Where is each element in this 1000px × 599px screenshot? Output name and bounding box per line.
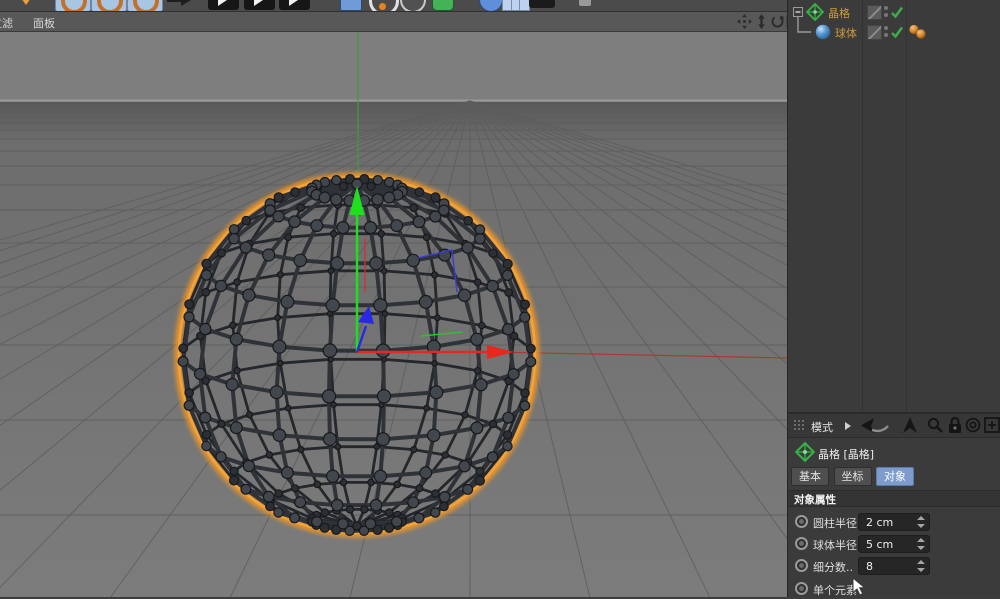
- arrow-cursor-icon[interactable]: [902, 417, 918, 434]
- object-row-sphere[interactable]: 球体: [788, 22, 1000, 42]
- selected-object-title: 晶格 [晶格]: [818, 446, 874, 462]
- prop-value[interactable]: 5 cm: [866, 538, 893, 551]
- attribute-tabs: 基本 坐标 对象: [791, 467, 915, 486]
- add-camera-icon[interactable]: [529, 0, 555, 8]
- prop-value[interactable]: 2 cm: [866, 516, 893, 529]
- lock-icon[interactable]: [948, 417, 962, 434]
- section-object-properties: 对象属性: [788, 490, 1000, 507]
- add-generator-icon[interactable]: [400, 0, 426, 12]
- scale-tool-icon[interactable]: [91, 0, 127, 12]
- search-icon[interactable]: [927, 417, 943, 433]
- toggle-view-icon[interactable]: [771, 14, 786, 29]
- keyframe-circle-icon[interactable]: [795, 515, 808, 528]
- grip-handle[interactable]: [793, 419, 806, 432]
- render-view-icon[interactable]: [208, 0, 239, 10]
- mode-menu[interactable]: 模式: [811, 419, 833, 435]
- object-row-lattice[interactable]: 晶格: [788, 2, 1000, 22]
- cylinder-radius-input[interactable]: 2 cm: [858, 513, 930, 531]
- pan-view-icon[interactable]: [737, 14, 752, 29]
- menu-panel[interactable]: 面板: [33, 15, 55, 31]
- add-spline-icon[interactable]: [369, 0, 399, 12]
- tree-branch: [797, 16, 817, 38]
- sphere-radius-input[interactable]: 5 cm: [858, 535, 930, 553]
- phong-tag-icon[interactable]: [908, 24, 932, 40]
- layer-toggle[interactable]: [867, 5, 882, 20]
- keyframe-circle-icon[interactable]: [795, 582, 808, 595]
- new-panel-icon[interactable]: [984, 417, 1000, 433]
- move-tool-icon[interactable]: [55, 0, 91, 12]
- attribute-mode-bar: 模式: [788, 414, 1000, 438]
- prop-label: 球体半径: [813, 537, 857, 553]
- layer-toggle[interactable]: [867, 25, 882, 40]
- tab-object[interactable]: 对象: [876, 467, 914, 486]
- subdivisions-input[interactable]: 8: [858, 557, 930, 575]
- sphere-icon: [815, 24, 831, 40]
- add-environment-icon[interactable]: [479, 0, 503, 12]
- add-light-icon[interactable]: [579, 0, 591, 6]
- section-title: 对象属性: [794, 492, 836, 507]
- menu-filter[interactable]: 过滤: [0, 15, 13, 31]
- prop-label: 圆柱半径: [813, 515, 857, 531]
- atom-array-icon: [795, 442, 815, 462]
- prop-row-subdivisions: 细分数.. 8: [788, 556, 1000, 576]
- viewport-menubar: 过滤 面板: [0, 12, 787, 32]
- object-name[interactable]: 晶格: [828, 5, 850, 21]
- add-floor-icon[interactable]: [502, 0, 530, 11]
- visibility-dots[interactable]: [884, 26, 888, 38]
- prop-row-single-elements: 单个元素: [788, 579, 1000, 599]
- stepper-arrows-icon[interactable]: [916, 560, 925, 572]
- add-deformer-icon[interactable]: [432, 0, 454, 11]
- visibility-dots[interactable]: [884, 6, 888, 18]
- attribute-object-header: 晶格 [晶格]: [788, 440, 1000, 464]
- zoom-view-icon[interactable]: [754, 14, 769, 29]
- prop-row-sphere-radius: 球体半径 5 cm: [788, 534, 1000, 554]
- tab-coordinates[interactable]: 坐标: [834, 467, 872, 486]
- prop-label: 单个元素: [813, 582, 857, 598]
- main-toolbar: [0, 0, 787, 12]
- tab-basic[interactable]: 基本: [791, 467, 829, 486]
- keyframe-circle-icon[interactable]: [795, 537, 808, 550]
- keyframe-circle-icon[interactable]: [795, 559, 808, 572]
- object-manager: 晶格 球体: [788, 0, 1000, 412]
- object-name[interactable]: 球体: [835, 25, 857, 41]
- coord-system-icon[interactable]: [167, 0, 193, 8]
- render-active-icon[interactable]: [244, 0, 275, 10]
- prop-value[interactable]: 8: [866, 560, 873, 573]
- splines-tool-icon[interactable]: [16, 0, 36, 5]
- prop-row-cylinder-radius: 圆柱半径 2 cm: [788, 512, 1000, 532]
- stepper-arrows-icon[interactable]: [916, 538, 925, 550]
- target-icon[interactable]: [965, 417, 981, 433]
- enabled-check-icon[interactable]: [890, 5, 904, 19]
- back-arrow-icon[interactable]: [860, 417, 890, 434]
- rotate-tool-icon[interactable]: [127, 0, 163, 12]
- add-cube-icon[interactable]: [340, 0, 362, 11]
- right-panel: 晶格 球体: [787, 0, 1000, 597]
- mouse-cursor: [852, 577, 869, 596]
- prop-label: 细分数..: [813, 559, 853, 575]
- render-settings-icon[interactable]: [279, 0, 310, 10]
- stepper-arrows-icon[interactable]: [916, 516, 925, 528]
- mode-expand-icon[interactable]: [844, 422, 852, 430]
- enabled-check-icon[interactable]: [890, 25, 904, 39]
